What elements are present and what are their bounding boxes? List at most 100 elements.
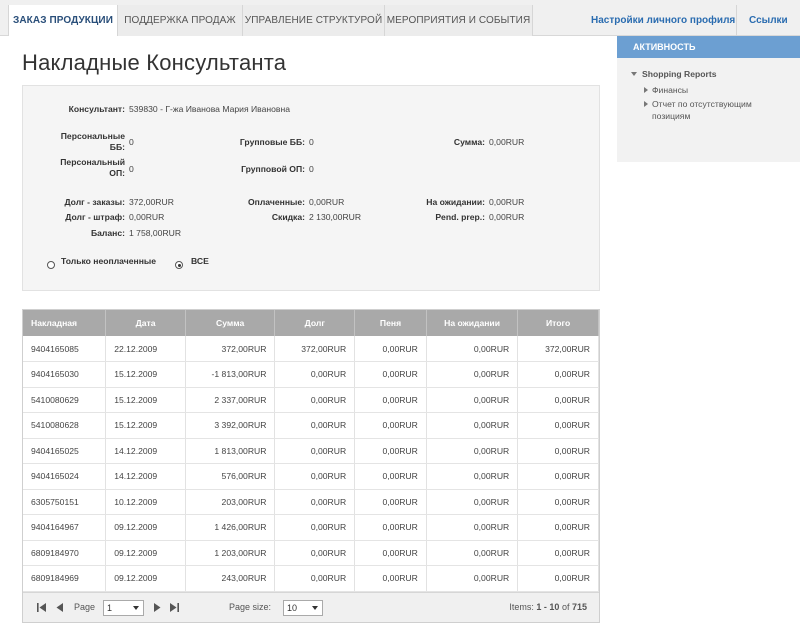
sidebar-section-shopping-reports[interactable]: Shopping Reports bbox=[642, 69, 716, 79]
table-cell: 0,00RUR bbox=[517, 489, 599, 515]
personal-bb-label-line2: ББ: bbox=[109, 142, 125, 152]
table-row[interactable]: 9404165030 15.12.2009 -1 813,00RUR 0,00RUR 0… bbox=[23, 361, 599, 388]
table-cell: 0,00RUR bbox=[426, 489, 519, 515]
invoices-table: Накладная Дата Сумма Долг Пеня На ожидан… bbox=[23, 310, 599, 592]
table-cell: 0,00RUR bbox=[354, 489, 427, 515]
table-cell: 0,00RUR bbox=[517, 514, 599, 541]
page-select[interactable]: 1 bbox=[103, 599, 144, 616]
column-header-sum[interactable]: Сумма bbox=[185, 310, 276, 336]
table-cell: 0,00RUR bbox=[354, 565, 427, 592]
prev-page-icon[interactable] bbox=[56, 602, 63, 612]
consultant-summary-panel: Консультант: 539830 - Г-жа Иванова Мария… bbox=[22, 85, 600, 291]
column-header-debt[interactable]: Долг bbox=[274, 310, 356, 336]
next-page-icon[interactable] bbox=[154, 602, 161, 612]
table-cell: 3 392,00RUR bbox=[185, 412, 276, 439]
filter-all-radio[interactable] bbox=[175, 261, 183, 269]
items-of: of bbox=[561, 601, 570, 612]
table-header-row: Накладная Дата Сумма Долг Пеня На ожидан… bbox=[23, 310, 599, 336]
balance-label: Баланс: bbox=[90, 228, 125, 238]
page-size-select[interactable]: 10 bbox=[283, 599, 323, 616]
filter-all-label[interactable]: ВСЕ bbox=[191, 256, 209, 266]
table-cell: 0,00RUR bbox=[426, 438, 519, 464]
links-menu[interactable]: Ссылки bbox=[736, 5, 800, 54]
column-header-invoice[interactable]: Накладная bbox=[23, 310, 107, 336]
bullet-arrow-icon bbox=[644, 101, 648, 107]
table-cell: 0,00RUR bbox=[354, 514, 427, 541]
table-cell: 0,00RUR bbox=[274, 463, 356, 490]
tab-order-products[interactable]: ЗАКАЗ ПРОДУКЦИИ bbox=[8, 5, 118, 36]
table-cell: 0,00RUR bbox=[517, 463, 599, 490]
table-cell: 9404164967 bbox=[23, 514, 107, 541]
tab-structure-management[interactable]: УПРАВЛЕНИЕ СТРУКТУРОЙ bbox=[243, 5, 385, 36]
table-row[interactable]: 9404165085 22.12.2009 372,00RUR 372,00RUR 0,… bbox=[23, 336, 599, 362]
table-cell: 9404165025 bbox=[23, 438, 107, 464]
table-cell: 0,00RUR bbox=[354, 540, 427, 566]
table-row[interactable]: 5410080629 15.12.2009 2 337,00RUR 0,00RUR 0,… bbox=[23, 387, 599, 413]
pending-label: На ожидании: bbox=[426, 197, 485, 207]
page-size-label: Page size: bbox=[229, 601, 272, 612]
table-row[interactable]: 9404165025 14.12.2009 1 813,00RUR 0,00RUR 0,… bbox=[23, 438, 599, 464]
items-total: 715 bbox=[571, 601, 587, 612]
table-cell: 0,00RUR bbox=[274, 540, 356, 566]
links-menu-label: Ссылки bbox=[749, 15, 788, 26]
table-cell: 15.12.2009 bbox=[105, 361, 186, 388]
table-cell: 6305750151 bbox=[23, 489, 107, 515]
filter-unpaid-radio[interactable] bbox=[47, 261, 55, 269]
pend-prep-label: Pend. prep.: bbox=[435, 212, 485, 222]
tab-sales-support[interactable]: ПОДДЕРЖКА ПРОДАЖ bbox=[118, 5, 243, 36]
personal-bb-value: 0 bbox=[129, 137, 134, 147]
personal-op-value: 0 bbox=[129, 164, 134, 174]
table-row[interactable]: 5410080628 15.12.2009 3 392,00RUR 0,00RUR 0,… bbox=[23, 412, 599, 439]
table-cell: 0,00RUR bbox=[426, 387, 519, 413]
profile-settings-link[interactable]: Настройки личного профиля bbox=[591, 5, 735, 36]
page-select-value: 1 bbox=[107, 602, 113, 613]
sidebar-item-missing-report[interactable]: Отчет по отсутствующим bbox=[652, 99, 752, 109]
table-cell: 0,00RUR bbox=[426, 565, 519, 592]
column-header-total[interactable]: Итого bbox=[517, 310, 599, 336]
table-cell: 372,00RUR bbox=[274, 336, 356, 362]
tab-events[interactable]: МЕРОПРИЯТИЯ И СОБЫТИЯ bbox=[385, 5, 533, 36]
expand-down-icon[interactable] bbox=[631, 72, 637, 76]
table-cell: 0,00RUR bbox=[517, 361, 599, 388]
debt-fine-label: Долг - штраф: bbox=[65, 212, 125, 222]
column-header-pending[interactable]: На ожидании bbox=[426, 310, 519, 336]
column-header-penalty[interactable]: Пеня bbox=[354, 310, 427, 336]
group-bb-value: 0 bbox=[309, 137, 314, 147]
table-cell: -1 813,00RUR bbox=[185, 361, 276, 388]
table-cell: 0,00RUR bbox=[517, 387, 599, 413]
table-row[interactable]: 9404164967 09.12.2009 1 426,00RUR 0,00RUR 0,… bbox=[23, 514, 599, 541]
table-cell: 0,00RUR bbox=[274, 489, 356, 515]
table-row[interactable]: 6809184970 09.12.2009 1 203,00RUR 0,00RUR 0,… bbox=[23, 540, 599, 566]
table-cell: 372,00RUR bbox=[185, 336, 276, 362]
personal-op-label-line1: Персональный bbox=[60, 157, 125, 167]
table-cell: 0,00RUR bbox=[274, 438, 356, 464]
personal-bb-label-line1: Персональные bbox=[60, 131, 125, 141]
personal-op-label-line2: ОП: bbox=[109, 168, 125, 178]
bullet-arrow-icon bbox=[644, 87, 648, 93]
page-title: Накладные Консультанта bbox=[22, 50, 287, 75]
sum-label: Сумма: bbox=[453, 137, 485, 147]
page-size-value: 10 bbox=[287, 602, 298, 613]
table-row[interactable]: 6305750151 10.12.2009 203,00RUR 0,00RUR 0,00… bbox=[23, 489, 599, 515]
sidebar-item-missing-report-line2[interactable]: позициям bbox=[652, 111, 690, 121]
table-cell: 0,00RUR bbox=[517, 565, 599, 592]
table-cell: 576,00RUR bbox=[185, 463, 276, 490]
first-page-icon[interactable] bbox=[37, 602, 47, 612]
paid-value: 0,00RUR bbox=[309, 197, 345, 207]
sidebar-header: АКТИВНОСТЬ bbox=[617, 36, 800, 58]
sum-value: 0,00RUR bbox=[489, 137, 525, 147]
pend-prep-value: 0,00RUR bbox=[489, 212, 525, 222]
sidebar-item-finance[interactable]: Финансы bbox=[652, 85, 688, 95]
table-row[interactable]: 6809184969 09.12.2009 243,00RUR 0,00RUR 0,00… bbox=[23, 565, 599, 592]
table-cell: 22.12.2009 bbox=[105, 336, 186, 362]
filter-unpaid-label[interactable]: Только неоплаченные bbox=[61, 256, 156, 266]
table-cell: 0,00RUR bbox=[274, 565, 356, 592]
sidebar-panel: Shopping Reports Финансы Отчет по отсутс… bbox=[617, 58, 800, 162]
column-header-date[interactable]: Дата bbox=[105, 310, 186, 336]
table-row[interactable]: 9404165024 14.12.2009 576,00RUR 0,00RUR 0,00… bbox=[23, 463, 599, 490]
consultant-label: Консультант: bbox=[68, 104, 125, 114]
chevron-down-icon bbox=[133, 605, 139, 610]
group-op-label: Групповой ОП: bbox=[241, 164, 305, 174]
table-cell: 10.12.2009 bbox=[105, 489, 186, 515]
last-page-icon[interactable] bbox=[170, 602, 180, 612]
